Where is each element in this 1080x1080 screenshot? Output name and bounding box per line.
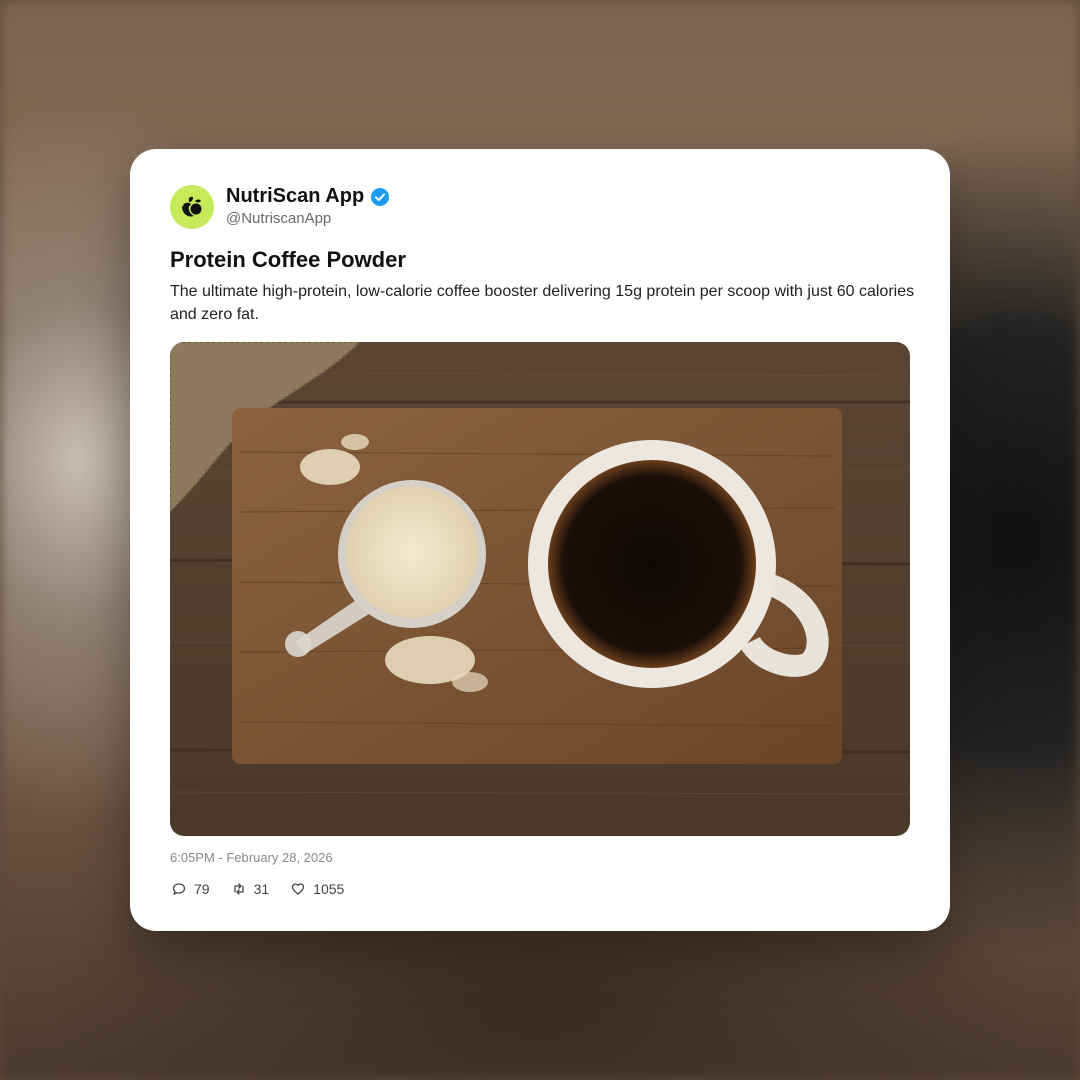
avatar[interactable] [170,185,214,229]
engagement-bar: 79 31 1055 [172,881,344,897]
reply-count: 79 [194,881,210,897]
retweet-count: 31 [253,881,270,897]
nutriscan-logo-icon [182,196,202,217]
verified-badge-icon [371,187,390,206]
comment-icon [172,883,186,896]
retweet-icon [233,883,244,895]
like-count: 1055 [313,881,345,897]
retweet-button[interactable]: 31 [232,881,270,897]
heart-icon [292,883,305,895]
post-description: The ultimate high-protein, low-calorie c… [170,283,915,323]
like-button[interactable]: 1055 [291,881,344,897]
author-name[interactable]: NutriScan App [226,185,364,208]
author-handle[interactable]: @NutriscanApp [226,210,331,227]
coffee-and-protein-scoop-photo [170,342,910,836]
post-title: Protein Coffee Powder [170,247,406,272]
reply-button[interactable]: 79 [172,881,210,897]
post-image[interactable] [170,342,910,836]
post-card: NutriScan App @NutriscanApp Protein Coff… [130,149,950,931]
post-timestamp: 6:05PM - February 28, 2026 [170,850,333,865]
